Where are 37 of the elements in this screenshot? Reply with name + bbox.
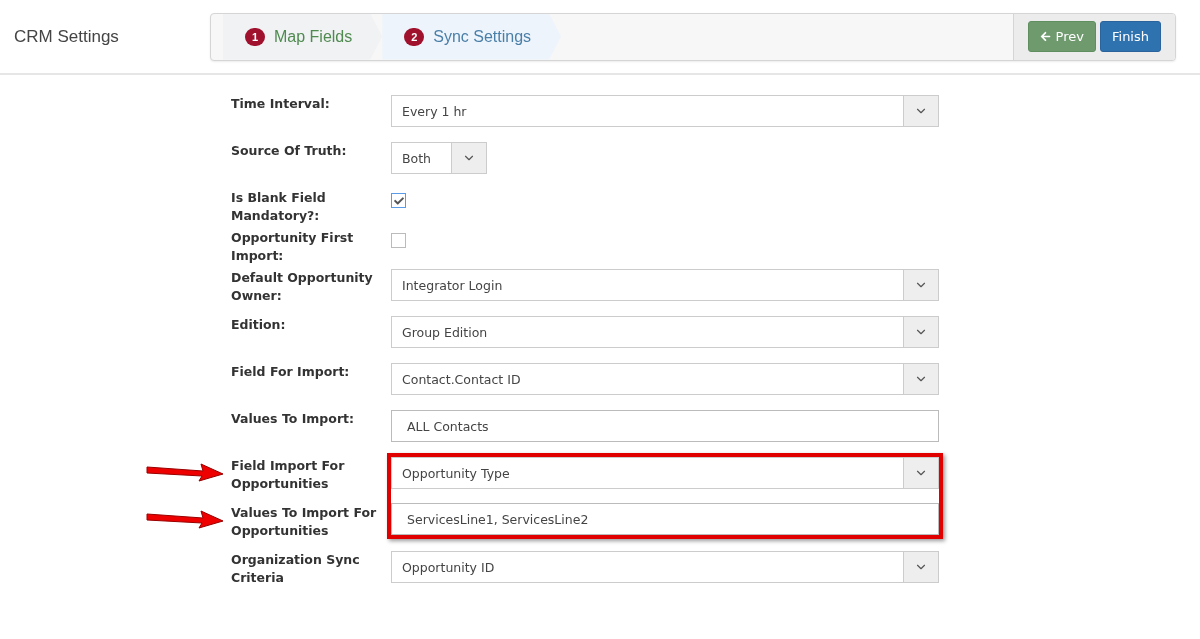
- dropdown-value: Opportunity Type: [401, 464, 511, 483]
- input-field[interactable]: ServicesLine1, ServicesLine2: [391, 503, 939, 535]
- dropdown[interactable]: Integrator Login: [391, 269, 939, 301]
- checkbox[interactable]: [391, 193, 406, 208]
- dropdown-value: Group Edition: [401, 323, 489, 342]
- field-label: Time Interval:: [231, 95, 331, 113]
- input-field[interactable]: ALL Contacts: [391, 410, 939, 442]
- field-label: Values To Import:: [231, 410, 356, 428]
- dropdown-value: Integrator Login: [401, 276, 504, 295]
- field-label: Opportunity First Import:: [231, 229, 355, 265]
- wizard-step[interactable]: 2 Sync Settings: [382, 13, 562, 60]
- field-label: Edition:: [231, 316, 287, 334]
- dropdown[interactable]: Contact.Contact ID: [391, 363, 939, 395]
- dropdown-value: Contact.Contact ID: [401, 370, 522, 389]
- wizard-step[interactable]: 1 Map Fields: [223, 13, 383, 60]
- field-label: Organization Sync Criteria: [231, 551, 361, 587]
- field-label: Default Opportunity Owner:: [231, 269, 374, 305]
- arrow-left-icon: [1039, 31, 1051, 42]
- dropdown[interactable]: Every 1 hr: [391, 95, 939, 127]
- dropdown-value: Opportunity ID: [401, 558, 496, 577]
- field-label: Source Of Truth:: [231, 142, 348, 160]
- field-label: Field For Import:: [231, 363, 351, 381]
- checkbox[interactable]: [391, 233, 406, 248]
- check-icon: [393, 195, 404, 206]
- field-label: Field Import For Opportunities: [231, 457, 346, 493]
- field-label: Is Blank Field Mandatory?:: [231, 189, 327, 225]
- dropdown[interactable]: Group Edition: [391, 316, 939, 348]
- page-title: CRM Settings: [14, 26, 120, 47]
- field-label: Values To Import For Opportunities: [231, 504, 378, 540]
- step-number: 2: [404, 27, 425, 46]
- dropdown[interactable]: Opportunity ID: [391, 551, 939, 583]
- dropdown[interactable]: Both: [391, 142, 487, 174]
- dropdown[interactable]: Opportunity Type: [391, 457, 939, 489]
- dropdown-value: Every 1 hr: [401, 102, 468, 121]
- dropdown-value: Both: [401, 149, 433, 168]
- finish-button[interactable]: Finish: [1100, 21, 1161, 52]
- step-number: 1: [245, 27, 265, 46]
